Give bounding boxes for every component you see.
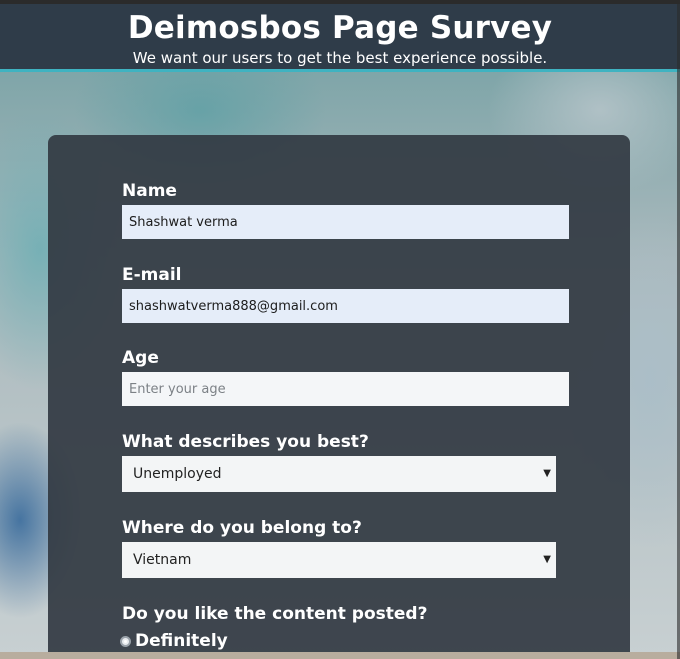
radio-option-label: Definitely	[135, 631, 228, 651]
page-title: Deimosbos Page Survey	[127, 10, 553, 46]
role-label: What describes you best?	[122, 432, 369, 452]
country-select[interactable]: Vietnam ▼	[122, 542, 556, 578]
survey-form: Name E-mail Age What describes you best?…	[48, 135, 630, 659]
page-subtitle: We want our users to get the best experi…	[132, 49, 548, 67]
content-label: Do you like the content posted?	[122, 604, 428, 624]
radio-option-definitely[interactable]: Definitely	[120, 630, 228, 652]
name-input[interactable]	[122, 205, 569, 239]
radio-icon[interactable]	[120, 636, 131, 647]
role-select[interactable]: Unemployed ▼	[122, 456, 556, 492]
name-label: Name	[122, 181, 177, 201]
age-input[interactable]	[122, 372, 569, 406]
country-label: Where do you belong to?	[122, 518, 362, 538]
page-bottom-edge	[0, 652, 680, 659]
role-select-value: Unemployed	[133, 466, 222, 482]
triangle-down-icon: ▼	[543, 468, 551, 479]
page-header: Deimosbos Page Survey We want our users …	[0, 0, 680, 72]
triangle-down-icon: ▼	[543, 554, 551, 565]
country-select-value: Vietnam	[133, 552, 192, 568]
email-label: E-mail	[122, 265, 182, 285]
age-label: Age	[122, 348, 159, 368]
email-input[interactable]	[122, 289, 569, 323]
